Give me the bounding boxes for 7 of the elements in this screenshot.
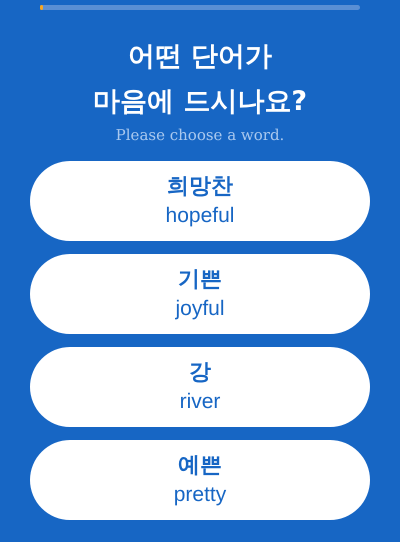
word-option-button[interactable]: 희망찬 hopeful <box>30 160 370 240</box>
question-title: 어떤 단어가 <box>128 41 272 72</box>
word-option-button[interactable]: 강 river <box>30 346 370 426</box>
question-title: 마음에 드시나요? <box>92 86 308 117</box>
word-option-button[interactable]: 기쁜 joyful <box>30 254 370 334</box>
subtitle: Please choose a word. <box>116 126 284 144</box>
word-option-button[interactable]: 예쁜 pretty <box>30 440 370 520</box>
